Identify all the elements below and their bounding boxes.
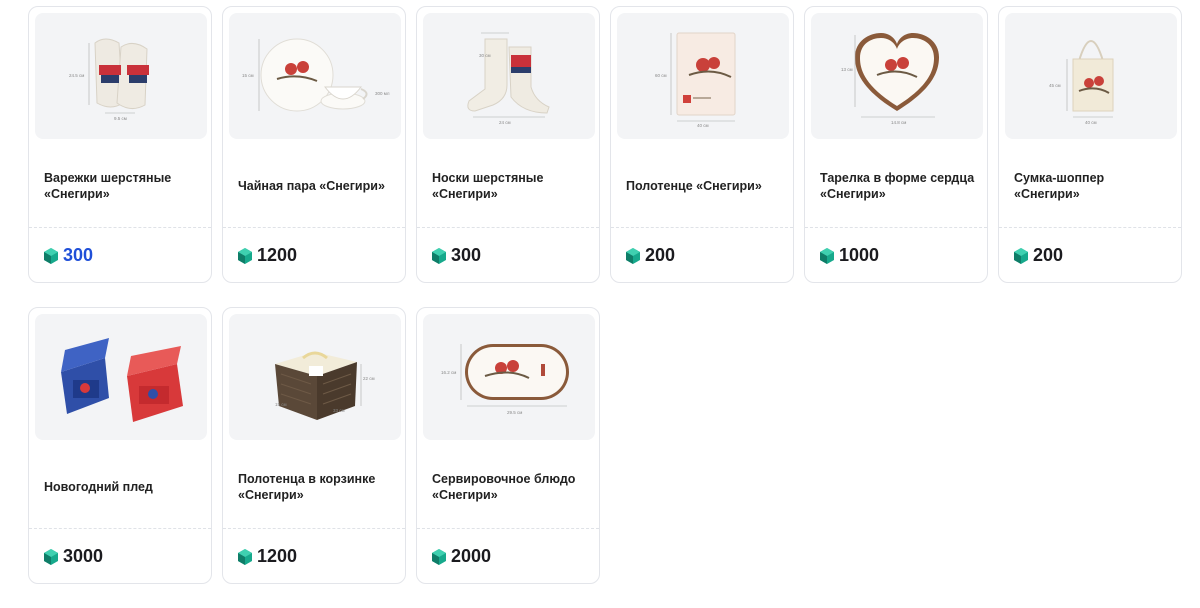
- price-value: 200: [645, 245, 676, 265]
- product-image[interactable]: 22 см 15 см 33 см: [229, 314, 401, 440]
- product-title[interactable]: Полотенце «Снегири»: [626, 145, 781, 227]
- coin-icon: [1014, 247, 1028, 264]
- favorite-heart-icon[interactable]: [179, 21, 199, 41]
- price-value: 3000: [63, 546, 104, 566]
- favorite-heart-icon[interactable]: [179, 322, 199, 342]
- price-value: 1200: [257, 546, 298, 566]
- coin-icon: [626, 247, 640, 264]
- product-card-mittens[interactable]: 24.5 см 9.5 см Варежки шерстяные «Снегир…: [28, 6, 212, 283]
- price-value: 300: [451, 245, 482, 265]
- product-image[interactable]: 30 см 24 см: [423, 13, 595, 139]
- product-price[interactable]: 1200: [238, 245, 297, 266]
- product-grid: 24.5 см 9.5 см Варежки шерстяные «Снегир…: [28, 6, 1184, 584]
- card-divider: [999, 227, 1181, 228]
- product-price[interactable]: 2000: [432, 546, 491, 567]
- product-price[interactable]: 1000: [820, 245, 879, 266]
- coin-icon: [432, 247, 446, 264]
- product-price[interactable]: 200: [1014, 245, 1063, 266]
- coin-icon: [238, 548, 252, 565]
- price-value: 300: [63, 245, 94, 265]
- favorite-heart-icon[interactable]: [567, 322, 587, 342]
- product-card-plaid[interactable]: Новогодний плед 3000: [28, 307, 212, 584]
- coin-icon: [820, 247, 834, 264]
- product-card-towels-basket[interactable]: 22 см 15 см 33 см Полотенца в корзинке «…: [222, 307, 406, 584]
- product-card-tea-pair[interactable]: 15 см 300 мл Чайная пара «Снегири» 1200: [222, 6, 406, 283]
- coin-icon: [238, 247, 252, 264]
- product-title[interactable]: Сервировочное блюдо «Снегири»: [432, 446, 587, 528]
- favorite-heart-icon[interactable]: [761, 21, 781, 41]
- product-image[interactable]: 15 см 300 мл: [229, 13, 401, 139]
- card-divider: [805, 227, 987, 228]
- product-image[interactable]: [35, 314, 207, 440]
- product-card-towel[interactable]: 60 см 40 см Полотенце «Снегири» 200: [610, 6, 794, 283]
- card-divider: [223, 528, 405, 529]
- product-title[interactable]: Сумка-шоппер «Снегири»: [1014, 145, 1169, 227]
- price-value: 2000: [451, 546, 492, 566]
- product-card-heart-plate[interactable]: 13 см 14.8 см Тарелка в форме сердца «Сн…: [804, 6, 988, 283]
- product-image[interactable]: 45 см 40 см: [1005, 13, 1177, 139]
- product-price[interactable]: 1200: [238, 546, 297, 567]
- product-title[interactable]: Варежки шерстяные «Снегири»: [44, 145, 199, 227]
- price-value: 1200: [257, 245, 298, 265]
- card-divider: [611, 227, 793, 228]
- favorite-heart-icon[interactable]: [955, 21, 975, 41]
- product-price[interactable]: 3000: [44, 546, 103, 567]
- favorite-heart-icon[interactable]: [373, 21, 393, 41]
- product-image[interactable]: 16.2 см 29.5 см: [423, 314, 595, 440]
- product-title[interactable]: Чайная пара «Снегири»: [238, 145, 393, 227]
- product-card-serving-dish[interactable]: 16.2 см 29.5 см Сервировочное блюдо «Сне…: [416, 307, 600, 584]
- product-card-socks[interactable]: 30 см 24 см Носки шерстяные «Снегири» 30…: [416, 6, 600, 283]
- coin-icon: [44, 548, 58, 565]
- product-price[interactable]: 300: [44, 245, 93, 266]
- card-divider: [417, 528, 599, 529]
- card-divider: [29, 528, 211, 529]
- product-image[interactable]: 13 см 14.8 см: [811, 13, 983, 139]
- favorite-heart-icon[interactable]: [1149, 21, 1169, 41]
- product-price[interactable]: 200: [626, 245, 675, 266]
- product-title[interactable]: Тарелка в форме сердца «Снегири»: [820, 145, 975, 227]
- product-title[interactable]: Новогодний плед: [44, 446, 199, 528]
- product-price[interactable]: 300: [432, 245, 481, 266]
- coin-icon: [432, 548, 446, 565]
- favorite-heart-icon[interactable]: [373, 322, 393, 342]
- coin-icon: [44, 247, 58, 264]
- product-title[interactable]: Полотенца в корзинке «Снегири»: [238, 446, 393, 528]
- product-card-shopper-bag[interactable]: 45 см 40 см Сумка-шоппер «Снегири» 200: [998, 6, 1182, 283]
- product-image[interactable]: 60 см 40 см: [617, 13, 789, 139]
- price-value: 1000: [839, 245, 880, 265]
- card-divider: [417, 227, 599, 228]
- favorite-heart-icon[interactable]: [567, 21, 587, 41]
- product-image[interactable]: 24.5 см 9.5 см: [35, 13, 207, 139]
- card-divider: [223, 227, 405, 228]
- price-value: 200: [1033, 245, 1064, 265]
- card-divider: [29, 227, 211, 228]
- product-title[interactable]: Носки шерстяные «Снегири»: [432, 145, 587, 227]
